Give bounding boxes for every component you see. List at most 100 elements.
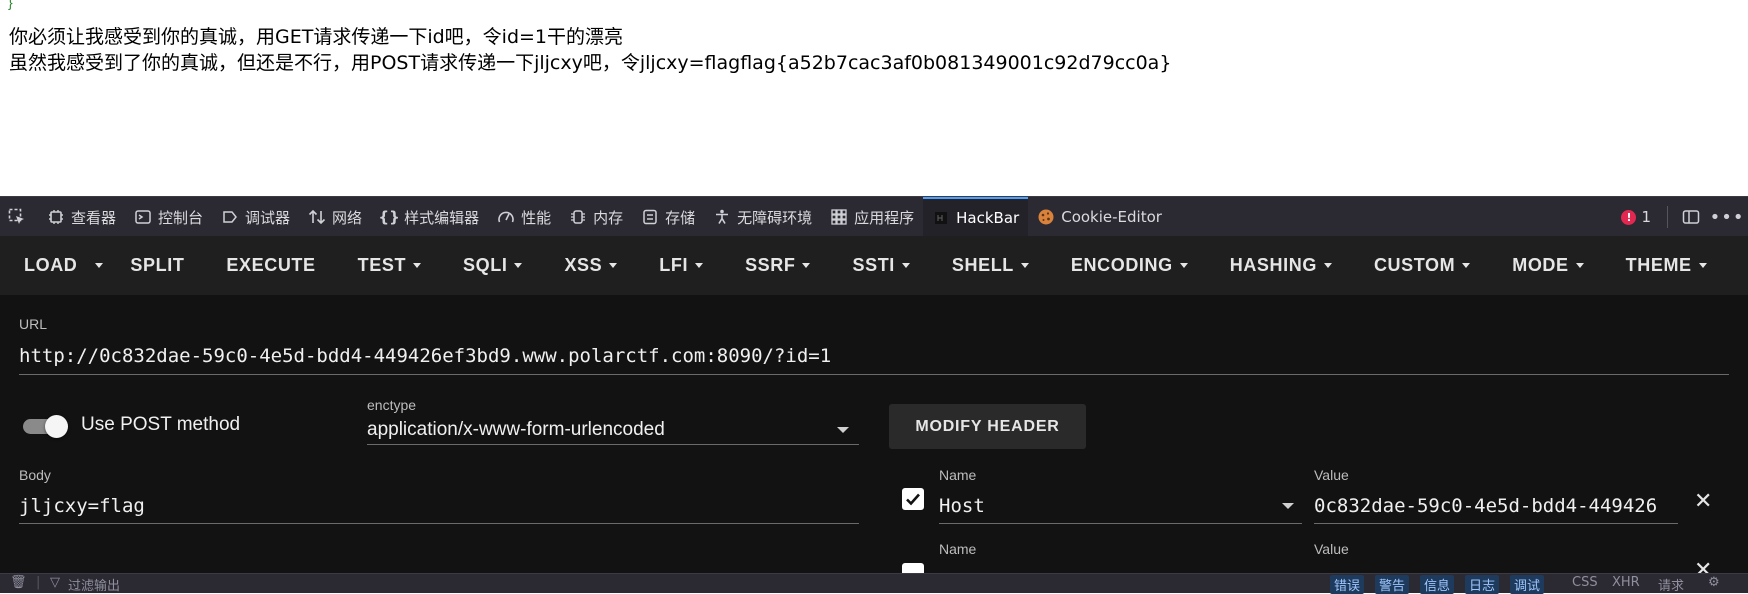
lfi-label: LFI <box>659 255 689 275</box>
tab-storage[interactable]: 存储 <box>632 197 704 237</box>
hashing-menu[interactable]: HASHING <box>1209 236 1353 295</box>
tab-cookie-editor-label: Cookie-Editor <box>1061 208 1162 226</box>
tab-performance[interactable]: 性能 <box>488 197 560 237</box>
post-method-toggle[interactable] <box>21 413 69 439</box>
body-input[interactable]: jljcxy=flag <box>19 495 145 517</box>
chevron-down-icon <box>695 263 704 268</box>
encoding-menu[interactable]: ENCODING <box>1050 236 1209 295</box>
lfi-menu[interactable]: LFI <box>638 236 724 295</box>
header-enabled-checkbox[interactable] <box>902 488 924 510</box>
split-label: SPLIT <box>130 255 185 275</box>
settings-gear-icon[interactable]: ⚙ <box>1708 575 1720 590</box>
custom-menu[interactable]: CUSTOM <box>1353 236 1491 295</box>
filter-logs[interactable]: 日志 <box>1465 575 1500 594</box>
enctype-label: enctype <box>367 397 417 413</box>
filter-errors[interactable]: 错误 <box>1330 575 1365 594</box>
theme-menu[interactable]: THEME <box>1605 236 1728 295</box>
dock-toggle-button[interactable] <box>1676 197 1712 237</box>
tab-network-label: 网络 <box>332 208 363 227</box>
error-count-badge[interactable]: ! 1 <box>1613 208 1659 226</box>
ssti-menu[interactable]: SSTI <box>831 236 930 295</box>
dock-side-icon <box>1682 208 1700 226</box>
split-button[interactable]: SPLIT <box>109 236 205 295</box>
chevron-down-icon[interactable] <box>1282 503 1294 509</box>
accessibility-icon <box>713 208 731 226</box>
tab-performance-label: 性能 <box>521 208 552 227</box>
chevron-down-icon[interactable] <box>837 427 849 433</box>
tab-inspector-label: 查看器 <box>71 208 117 227</box>
tab-memory[interactable]: 内存 <box>560 197 632 237</box>
post-method-label: Use POST method <box>81 414 241 435</box>
sqli-menu[interactable]: SQLI <box>442 236 543 295</box>
remove-header-button[interactable]: ✕ <box>1694 488 1712 514</box>
test-label: TEST <box>357 255 407 275</box>
style-editor-icon: {} <box>378 208 400 226</box>
tab-application[interactable]: 应用程序 <box>821 197 923 237</box>
execute-button[interactable]: EXECUTE <box>205 236 336 295</box>
test-menu[interactable]: TEST <box>337 236 442 295</box>
storage-icon <box>641 208 659 226</box>
chevron-down-icon <box>413 263 422 268</box>
devtools-tabbar: 查看器 控制台 调试器 网络 {} 样式编辑器 性能 内存 存储 无障碍环境 应… <box>0 196 1748 237</box>
tab-accessibility-label: 无障碍环境 <box>737 208 813 227</box>
header-value-input[interactable]: 0c832dae-59c0-4e5d-bdd4-449426 <box>1314 495 1678 517</box>
header-value-underline <box>1314 523 1678 524</box>
performance-icon <box>497 208 515 226</box>
tab-storage-label: 存储 <box>665 208 696 227</box>
header-name-select[interactable]: Host <box>939 495 985 517</box>
tab-memory-label: 内存 <box>593 208 624 227</box>
tab-network[interactable]: 网络 <box>299 197 371 237</box>
tab-hackbar-label: HackBar <box>956 209 1020 227</box>
tab-application-label: 应用程序 <box>854 208 915 227</box>
hackbar-panel: URL http://0c832dae-59c0-4e5d-bdd4-44942… <box>0 295 1748 573</box>
header-name-label: Name <box>939 467 977 483</box>
filter-debug[interactable]: 调试 <box>1510 575 1545 594</box>
filter-requests[interactable]: 请求 <box>1658 575 1684 594</box>
tab-console-label: 控制台 <box>158 208 204 227</box>
tab-inspector[interactable]: 查看器 <box>38 197 125 237</box>
tab-hackbar[interactable]: HackBar <box>923 197 1029 237</box>
inspector-icon <box>47 208 65 226</box>
url-input[interactable]: http://0c832dae-59c0-4e5d-bdd4-449426ef3… <box>19 345 831 367</box>
load-dropdown-button[interactable] <box>89 236 109 295</box>
tab-style-editor[interactable]: {} 样式编辑器 <box>371 197 488 237</box>
header-enabled-checkbox[interactable] <box>902 563 924 573</box>
enctype-underline <box>367 444 859 445</box>
checkmark-icon <box>906 493 920 506</box>
tab-console[interactable]: 控制台 <box>125 197 212 237</box>
load-button[interactable]: LOAD <box>0 236 89 295</box>
enctype-select[interactable]: application/x-www-form-urlencoded <box>367 419 665 441</box>
console-icon <box>134 208 152 226</box>
page-text-line-1: 你必须让我感受到你的真诚，用GET请求传递一下id吧，令id=1干的漂亮 <box>9 26 624 48</box>
console-filter-input[interactable]: 过滤输出 <box>68 575 120 594</box>
chevron-down-icon <box>1020 263 1029 268</box>
load-label: LOAD <box>24 255 78 275</box>
shell-menu[interactable]: SHELL <box>931 236 1050 295</box>
header-value-label: Value <box>1314 467 1349 483</box>
filter-info[interactable]: 信息 <box>1420 575 1455 594</box>
tab-style-editor-label: 样式编辑器 <box>404 208 480 227</box>
element-picker-button[interactable] <box>0 197 38 237</box>
filter-warnings[interactable]: 警告 <box>1375 575 1410 594</box>
remove-header-button[interactable]: ✕ <box>1694 557 1712 573</box>
ssrf-menu[interactable]: SSRF <box>724 236 831 295</box>
body-underline <box>19 523 859 524</box>
filter-xhr[interactable]: XHR <box>1612 575 1640 590</box>
filter-css[interactable]: CSS <box>1572 575 1598 590</box>
trash-icon[interactable]: 🗑 <box>10 575 27 590</box>
tab-cookie-editor[interactable]: Cookie-Editor <box>1028 197 1171 237</box>
page-brace: } <box>8 0 13 10</box>
modify-header-button[interactable]: MODIFY HEADER <box>889 404 1086 449</box>
hackbar-icon <box>932 209 950 227</box>
mode-menu[interactable]: MODE <box>1491 236 1604 295</box>
chevron-down-icon <box>1179 263 1188 268</box>
url-label: URL <box>19 316 48 332</box>
hashing-label: HASHING <box>1229 255 1317 275</box>
tab-debugger[interactable]: 调试器 <box>212 197 299 237</box>
page-text-line-2: 虽然我感受到了你的真诚，但还是不行，用POST请求传递一下jljcxy吧，令jl… <box>9 52 1172 74</box>
tab-accessibility[interactable]: 无障碍环境 <box>704 197 821 237</box>
devtools-menu-button[interactable]: ••• <box>1710 197 1748 237</box>
element-picker-icon <box>8 208 26 226</box>
network-icon <box>308 208 326 226</box>
xss-menu[interactable]: XSS <box>543 236 638 295</box>
